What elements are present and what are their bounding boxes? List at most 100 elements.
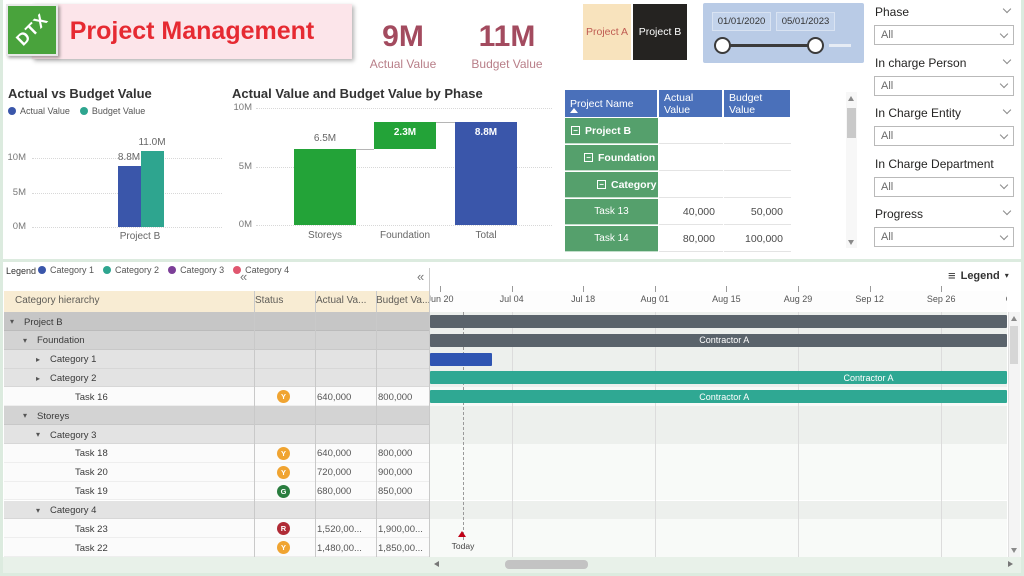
dtx-logo: DTX — [6, 4, 58, 56]
timeline-tick-label: Oct — [988, 294, 1007, 304]
matrix-row-category-1[interactable]: −Category 1 — [565, 172, 658, 198]
scroll-right-icon[interactable] — [1008, 561, 1013, 567]
kpi-budget-value-label: Budget Value — [462, 57, 552, 71]
collapse-box-icon[interactable]: − — [597, 180, 606, 189]
expand-toggle-icon[interactable]: ▾ — [36, 506, 40, 515]
gantt-row-project-b[interactable] — [4, 312, 430, 331]
timeline-tick-mark — [583, 286, 584, 292]
filter-dropdown-in-charge-department[interactable]: All — [874, 177, 1014, 197]
sort-ascending-icon — [570, 108, 578, 113]
today-label: Today — [443, 541, 483, 551]
kpi-budget-value-card: 11M Budget Value — [462, 20, 552, 71]
gantt-bar-project-b[interactable] — [430, 315, 1007, 328]
y-tick-label: 10M — [4, 152, 26, 163]
scroll-down-icon[interactable] — [1011, 548, 1017, 553]
y-tick-label: 5M — [230, 161, 252, 172]
gantt-column-category-hierarchy[interactable]: Category hierarchy — [15, 295, 99, 306]
scroll-up-icon[interactable] — [848, 96, 854, 101]
timeline-gridline — [798, 312, 799, 557]
legend-button-label: Legend — [961, 270, 1000, 282]
expand-toggle-icon[interactable]: ▸ — [36, 355, 40, 364]
matrix-header-project-name[interactable]: Project Name — [565, 90, 658, 117]
chevron-down-icon — [1000, 181, 1008, 189]
scroll-left-icon[interactable] — [434, 561, 439, 567]
filter-dropdown-phase[interactable]: All — [874, 25, 1014, 45]
gantt-row-name: Category 3 — [50, 430, 96, 441]
gantt-bar-category-2[interactable]: Contractor A — [430, 371, 1007, 384]
gantt-row-task-16[interactable] — [4, 387, 430, 406]
gantt-row-name: Category 2 — [50, 373, 96, 384]
expand-toggle-icon[interactable]: ▸ — [36, 374, 40, 383]
timeline-tick-label: Aug 15 — [701, 294, 751, 304]
legend-item-label: Category 1 — [50, 265, 94, 275]
gantt-bar-foundation[interactable]: Contractor A — [430, 334, 1007, 347]
end-date-box[interactable]: 05/01/2023 — [776, 12, 835, 31]
project-a-button[interactable]: Project A — [583, 4, 631, 60]
gantt-row-name: Category 1 — [50, 354, 96, 365]
filter-label-in-charge-person: In charge Person — [875, 56, 1000, 70]
gantt-vscroll-thumb[interactable] — [1010, 326, 1018, 364]
matrix-row-project-b[interactable]: −Project B — [565, 118, 658, 144]
gantt-timeline-ticks: Jun 20Jul 04Jul 18Aug 01Aug 15Aug 29Sep … — [430, 284, 1007, 311]
timeline-tick-mark — [941, 286, 942, 292]
expand-toggle-icon[interactable]: ▾ — [36, 430, 40, 439]
timeline-tick-mark — [798, 286, 799, 292]
chart-actual-vs-budget-title: Actual vs Budget Value — [8, 86, 152, 101]
filter-value: All — [881, 181, 893, 193]
gantt-bar-task-16[interactable]: Contractor A — [430, 390, 1007, 403]
filter-dropdown-in-charge-person[interactable]: All — [874, 76, 1014, 96]
bar-actual-value[interactable] — [118, 166, 141, 227]
gantt-column-actual-va[interactable]: Actual Va... — [316, 295, 366, 306]
y-tick-label: 5M — [4, 187, 26, 198]
gantt-legend-button[interactable]: ≡ Legend ▾ — [948, 268, 1009, 283]
matrix-actual-cell: 80,000 — [659, 226, 723, 252]
matrix-scrollbar-thumb[interactable] — [847, 108, 856, 138]
matrix-header-budget-value[interactable]: Budget Value — [724, 90, 791, 117]
gantt-lane-bg — [430, 463, 1007, 482]
gantt-row-task-18[interactable] — [4, 444, 430, 463]
project-b-button[interactable]: Project B — [633, 4, 687, 60]
gantt-lane-bg — [430, 425, 1007, 444]
gantt-hscroll-thumb[interactable] — [505, 560, 588, 569]
gantt-legend-label: Legend — [6, 266, 36, 276]
waterfall-bar-storeys[interactable] — [294, 149, 356, 225]
gantt-actual-value: 1,480,00... — [317, 543, 364, 554]
gantt-lane-bg — [430, 444, 1007, 463]
x-axis-label: Project B — [105, 231, 175, 242]
gantt-row-task-23[interactable] — [4, 519, 430, 538]
gantt-row-task-20[interactable] — [4, 463, 430, 482]
matrix-row-task-13[interactable]: Task 13 — [565, 199, 658, 225]
x-axis-label: Foundation — [374, 230, 436, 241]
filter-dropdown-progress[interactable]: All — [874, 227, 1014, 247]
expand-toggle-icon[interactable]: ▾ — [23, 336, 27, 345]
collapse-box-icon[interactable]: − — [584, 153, 593, 162]
matrix-header-actual-value[interactable]: Actual Value — [659, 90, 723, 117]
gantt-lane-bg — [430, 501, 1007, 520]
filter-dropdown-in-charge-entity[interactable]: All — [874, 126, 1014, 146]
collapse-panel-left-icon[interactable]: « — [240, 269, 245, 284]
matrix-row-name: Foundation — [598, 152, 655, 164]
waterfall-connector — [356, 149, 374, 150]
scroll-up-icon[interactable] — [1011, 316, 1017, 321]
collapse-box-icon[interactable]: − — [571, 126, 580, 135]
scroll-down-icon[interactable] — [848, 240, 854, 245]
bar-budget-value[interactable] — [141, 151, 164, 227]
legend-item-category-2: Category 2 — [103, 265, 159, 275]
column-separator — [254, 291, 255, 557]
gantt-column-budget-va[interactable]: Budget Va... — [376, 295, 430, 306]
slider-handle-start[interactable] — [714, 37, 731, 54]
matrix-row-task-14[interactable]: Task 14 — [565, 226, 658, 252]
gantt-column-status[interactable]: Status — [255, 295, 283, 306]
matrix-row-foundation[interactable]: −Foundation — [565, 145, 658, 171]
gantt-lane-bg — [430, 406, 1007, 425]
start-date-box[interactable]: 01/01/2020 — [712, 12, 771, 31]
gantt-row-task-22[interactable] — [4, 538, 430, 557]
matrix-actual-cell — [659, 118, 723, 144]
gantt-row-task-19[interactable] — [4, 482, 430, 501]
column-separator — [376, 291, 377, 557]
slider-handle-end[interactable] — [807, 37, 824, 54]
gantt-bar-category-1[interactable] — [430, 353, 492, 366]
expand-toggle-icon[interactable]: ▾ — [10, 317, 14, 326]
collapse-panel-right-icon[interactable]: « — [417, 269, 422, 284]
expand-toggle-icon[interactable]: ▾ — [23, 411, 27, 420]
